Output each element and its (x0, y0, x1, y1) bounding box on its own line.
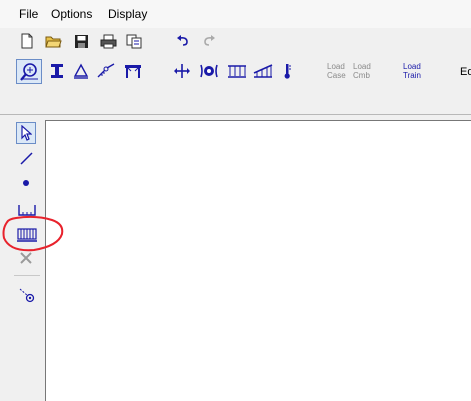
copy-icon (126, 34, 142, 48)
trapezoidal-load-icon (253, 64, 273, 78)
load-case-label-2: Case (327, 71, 346, 80)
portal-frame-icon (125, 65, 141, 78)
temperature-load-button[interactable] (280, 61, 294, 81)
support-icon (174, 64, 190, 78)
menu-options[interactable]: Options (51, 7, 92, 21)
select-tool-button[interactable] (16, 122, 36, 144)
i-beam-section-icon (51, 64, 63, 78)
section-button[interactable] (48, 61, 66, 81)
trapezoidal-load-button[interactable] (252, 61, 274, 81)
copy-button[interactable] (124, 32, 144, 50)
load-case-button[interactable]: Load Case (327, 62, 346, 80)
frame-button[interactable] (122, 61, 144, 81)
node-dot-icon (23, 180, 29, 186)
menu-display[interactable]: Display (108, 7, 147, 21)
draw-member-button[interactable] (16, 148, 36, 168)
file-toolbar (0, 28, 471, 56)
new-document-button[interactable] (18, 32, 36, 50)
menu-bar: File Options Display (0, 0, 471, 28)
print-button[interactable] (98, 32, 118, 50)
model-toolbar: Load Case Load Cmb Load Train Ed (0, 56, 471, 89)
load-case-label-1: Load (327, 62, 345, 71)
save-button[interactable] (72, 32, 90, 50)
zoom-grid-button[interactable] (16, 59, 42, 84)
material-button[interactable] (72, 61, 90, 81)
menu-file[interactable]: File (19, 7, 38, 21)
status-strip (0, 88, 471, 115)
line-icon (20, 152, 33, 165)
distributed-load-icon (228, 65, 246, 78)
hinge-button[interactable] (198, 61, 220, 81)
open-button[interactable] (44, 32, 64, 50)
hinge-icon (200, 64, 218, 78)
probe-tool-button[interactable] (16, 285, 38, 305)
spring-icon (97, 63, 115, 78)
load-comb-label-1: Load (353, 62, 371, 71)
distributed-load-button[interactable] (226, 61, 248, 81)
palette-divider (14, 275, 40, 276)
tool-palette (0, 115, 44, 400)
print-icon (100, 34, 116, 48)
save-icon (74, 34, 88, 48)
load-train-button[interactable]: Load Train (403, 62, 421, 80)
new-document-icon (21, 33, 33, 49)
annotation-circle (2, 215, 64, 252)
redo-icon (204, 35, 215, 46)
load-comb-label-2: Cmb (353, 71, 370, 80)
draw-node-button[interactable] (16, 173, 36, 193)
spring-button[interactable] (96, 61, 116, 81)
drawing-canvas[interactable] (45, 120, 471, 401)
open-folder-icon (45, 36, 62, 48)
triangle-material-icon (73, 63, 89, 79)
edit-menu-button[interactable]: Ed (460, 66, 471, 78)
pointer-arrow-icon (21, 125, 32, 141)
undo-icon (177, 35, 188, 46)
redo-button[interactable] (200, 32, 218, 50)
load-train-label-2: Train (403, 71, 421, 80)
thermometer-icon (284, 64, 291, 79)
undo-button[interactable] (174, 32, 192, 50)
support-button[interactable] (172, 61, 192, 81)
probe-icon (19, 288, 35, 303)
load-train-label-1: Load (403, 62, 421, 71)
load-combination-button[interactable]: Load Cmb (353, 62, 371, 80)
zoom-grid-icon (20, 62, 38, 81)
